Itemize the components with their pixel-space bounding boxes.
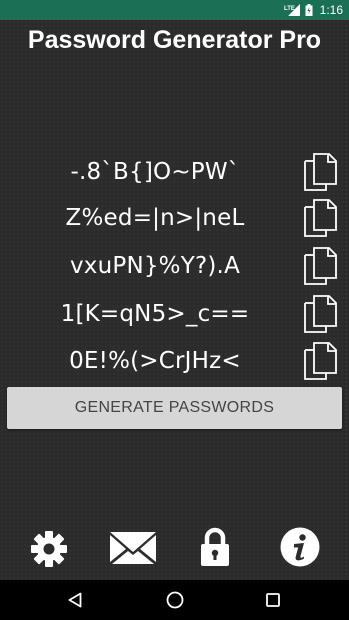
gear-icon[interactable] [29,529,69,574]
status-time: 1:16 [319,3,343,17]
password-row: 0E!%(>CrJHz< [0,339,349,383]
copy-icon[interactable] [302,295,338,333]
lock-icon[interactable] [200,527,230,572]
password-text[interactable]: Z%ed=|n>|neL [10,196,300,240]
password-text[interactable]: 0E!%(>CrJHz< [10,339,300,383]
copy-icon[interactable] [302,199,338,237]
password-text[interactable]: 1[K=qN5>_c== [10,292,300,336]
recents-icon[interactable] [266,593,280,612]
copy-icon[interactable] [302,247,338,285]
navigation-bar [0,580,349,620]
envelope-icon[interactable] [110,532,156,569]
home-icon[interactable] [166,591,184,614]
password-text[interactable]: -.8`B{]O~PW` [10,150,300,194]
copy-icon[interactable] [302,153,338,191]
status-bar: LTE 1:16 [0,0,349,20]
password-row: Z%ed=|n>|neL [0,196,349,240]
battery-icon [305,4,313,16]
lte-signal-icon: LTE [284,4,300,16]
password-row: 1[K=qN5>_c== [0,292,349,336]
generate-passwords-button[interactable]: GENERATE PASSWORDS [7,387,342,429]
password-row: -.8`B{]O~PW` [0,150,349,194]
bottom-toolbar [0,524,349,570]
password-row: vxuPN}%Y?).A [0,244,349,288]
copy-icon[interactable] [302,342,338,380]
info-icon[interactable] [280,527,320,572]
back-icon[interactable] [68,592,82,613]
app-title: Password Generator Pro [27,26,322,54]
password-text[interactable]: vxuPN}%Y?).A [10,244,300,288]
